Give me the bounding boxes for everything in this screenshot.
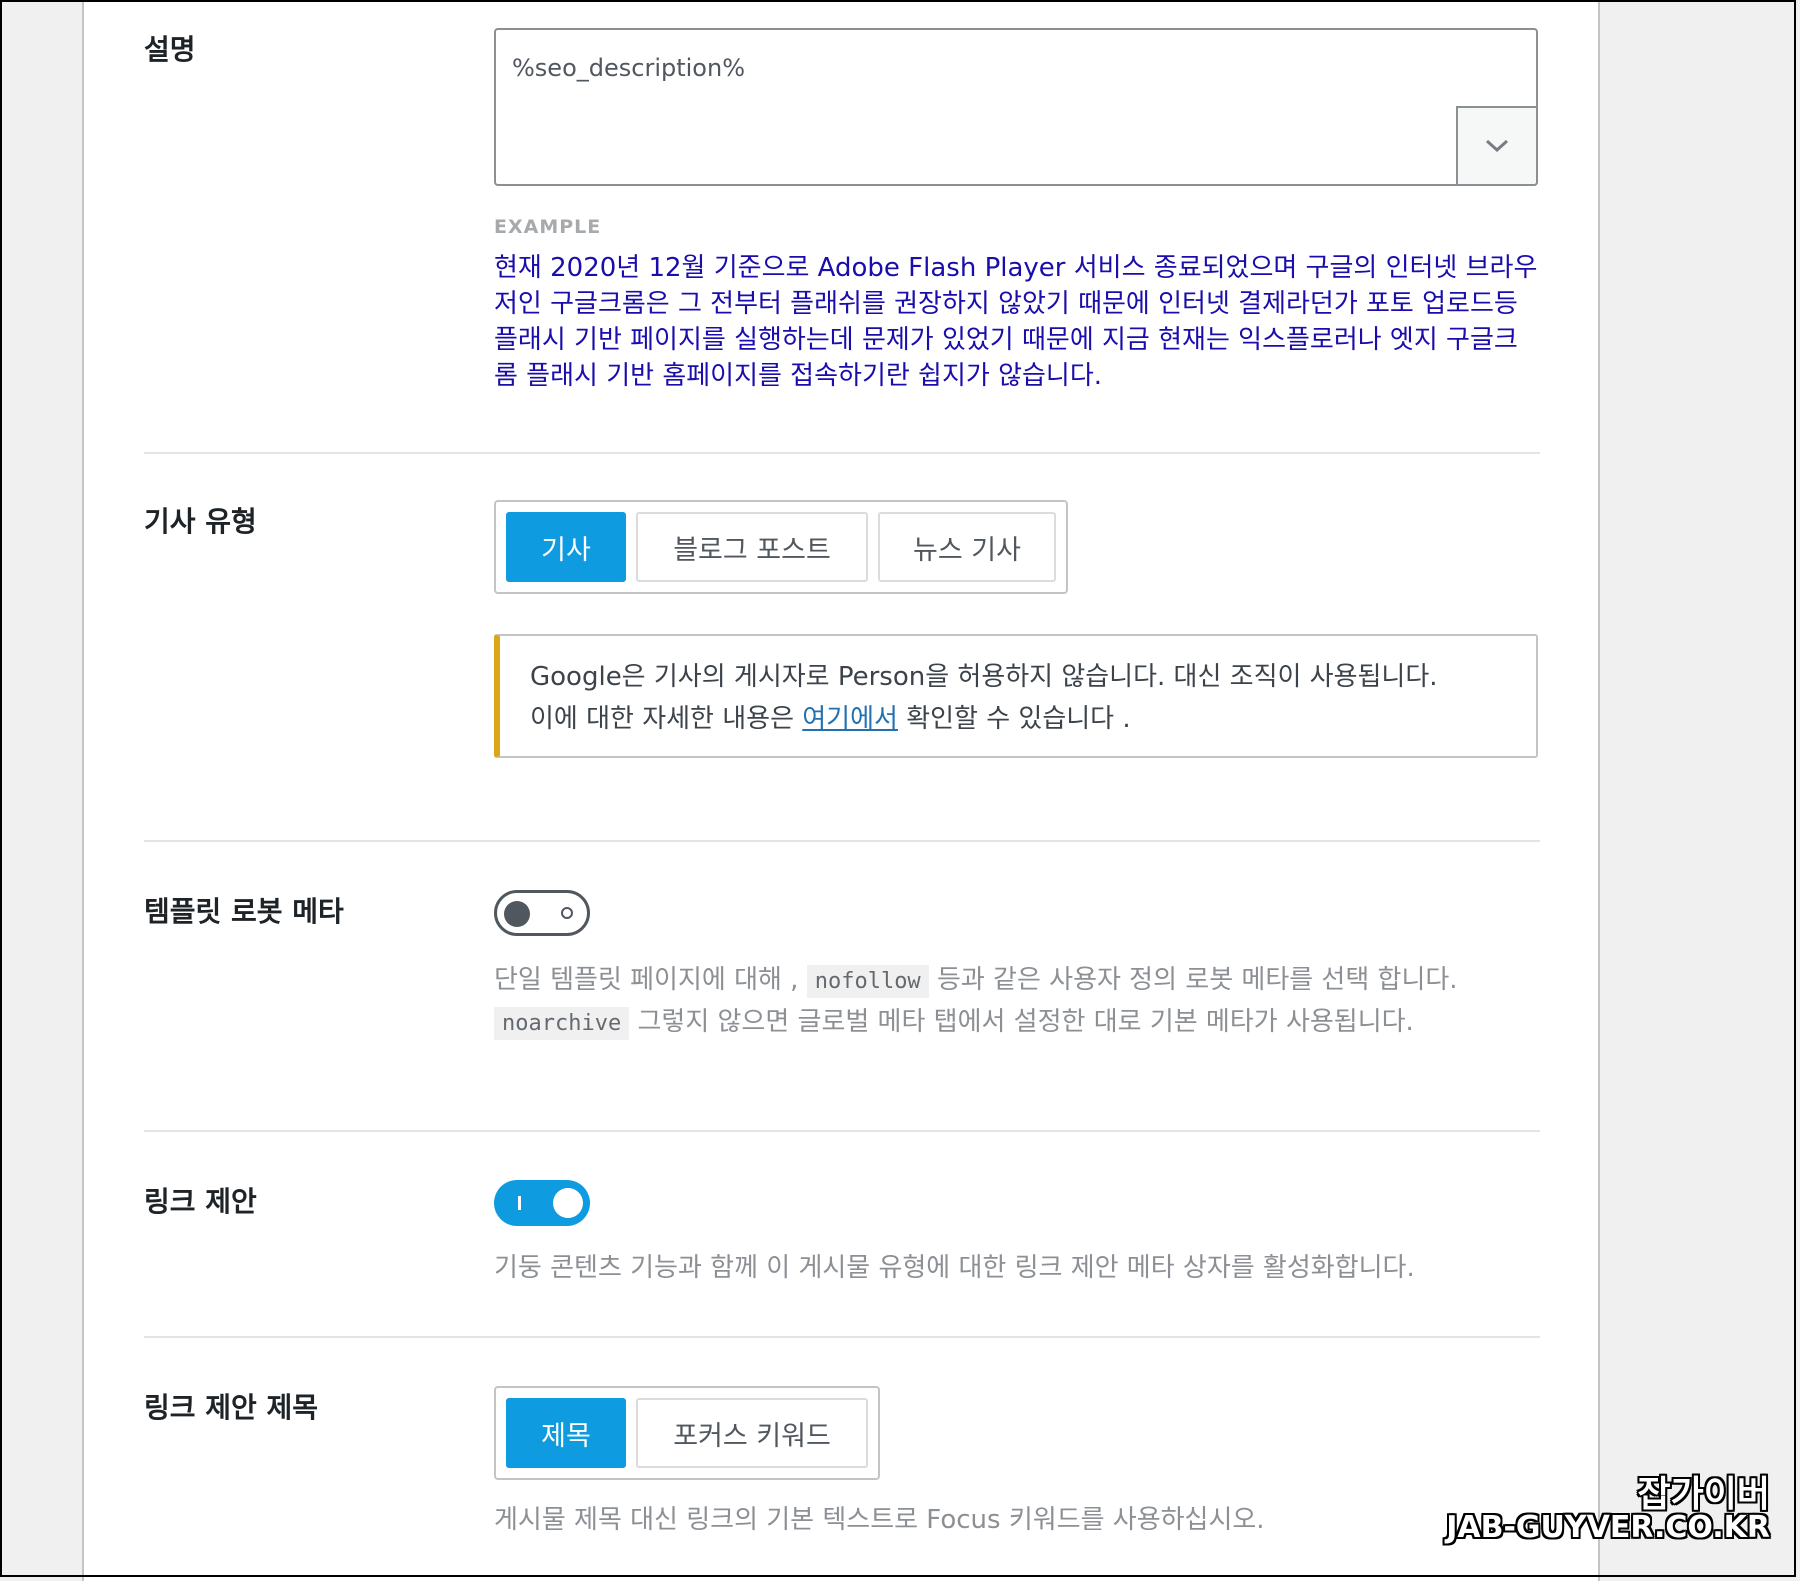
screenshot-frame bbox=[0, 0, 1796, 1577]
